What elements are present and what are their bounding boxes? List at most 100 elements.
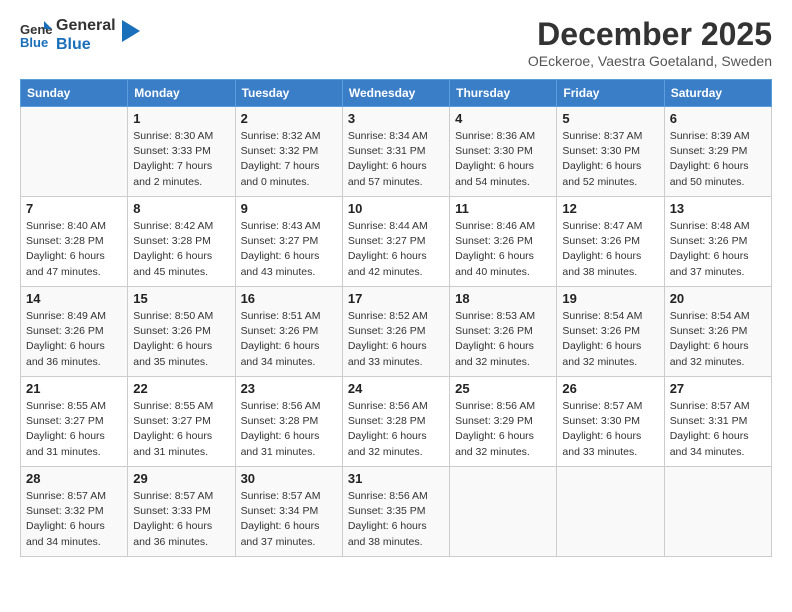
day-info: Sunrise: 8:57 AMSunset: 3:32 PMDaylight:… bbox=[26, 489, 122, 550]
day-info: Sunrise: 8:34 AMSunset: 3:31 PMDaylight:… bbox=[348, 129, 444, 190]
header-cell-saturday: Saturday bbox=[664, 80, 771, 107]
day-info: Sunrise: 8:50 AMSunset: 3:26 PMDaylight:… bbox=[133, 309, 229, 370]
day-number: 3 bbox=[348, 111, 444, 126]
day-cell: 28 Sunrise: 8:57 AMSunset: 3:32 PMDayligh… bbox=[21, 467, 128, 557]
day-number: 12 bbox=[562, 201, 658, 216]
day-number: 28 bbox=[26, 471, 122, 486]
day-number: 16 bbox=[241, 291, 337, 306]
day-number: 17 bbox=[348, 291, 444, 306]
day-cell bbox=[557, 467, 664, 557]
day-info: Sunrise: 8:39 AMSunset: 3:29 PMDaylight:… bbox=[670, 129, 766, 190]
day-cell: 23Sunrise: 8:56 AMSunset: 3:28 PMDayligh… bbox=[235, 377, 342, 467]
day-cell: 1Sunrise: 8:30 AMSunset: 3:33 PMDaylight… bbox=[128, 107, 235, 197]
day-cell: 24 Sunrise: 8:56 AMSunset: 3:28 PMDayligh… bbox=[342, 377, 449, 467]
header-cell-friday: Friday bbox=[557, 80, 664, 107]
day-info: Sunrise: 8:36 AMSunset: 3:30 PMDaylight:… bbox=[455, 129, 551, 190]
month-title: December 2025 bbox=[528, 16, 772, 53]
day-info: Sunrise: 8:57 AMSunset: 3:33 PMDaylight:… bbox=[133, 489, 229, 550]
page-header: General Blue General Blue December 2025 … bbox=[20, 16, 772, 69]
day-cell: 7 Sunrise: 8:40 AMSunset: 3:28 PMDaylight… bbox=[21, 197, 128, 287]
day-number: 19 bbox=[562, 291, 658, 306]
day-info: Sunrise: 8:44 AMSunset: 3:27 PMDaylight:… bbox=[348, 219, 444, 280]
location: OEckeroe, Vaestra Goetaland, Sweden bbox=[528, 53, 772, 69]
day-cell: 12 Sunrise: 8:47 AMSunset: 3:26 PMDayligh… bbox=[557, 197, 664, 287]
day-info: Sunrise: 8:53 AMSunset: 3:26 PMDaylight:… bbox=[455, 309, 551, 370]
day-number: 21 bbox=[26, 381, 122, 396]
day-number: 5 bbox=[562, 111, 658, 126]
day-cell: 17 Sunrise: 8:52 AMSunset: 3:26 PMDayligh… bbox=[342, 287, 449, 377]
day-number: 14 bbox=[26, 291, 122, 306]
day-info: Sunrise: 8:56 AMSunset: 3:28 PMDaylight:… bbox=[348, 399, 444, 460]
day-cell: 15 Sunrise: 8:50 AMSunset: 3:26 PMDayligh… bbox=[128, 287, 235, 377]
day-number: 30 bbox=[241, 471, 337, 486]
day-cell: 21 Sunrise: 8:55 AMSunset: 3:27 PMDayligh… bbox=[21, 377, 128, 467]
logo-icon: General Blue bbox=[20, 21, 52, 49]
day-info: Sunrise: 8:56 AMSunset: 3:29 PMDaylight:… bbox=[455, 399, 551, 460]
day-cell: 20 Sunrise: 8:54 AMSunset: 3:26 PMDayligh… bbox=[664, 287, 771, 377]
day-number: 25 bbox=[455, 381, 551, 396]
day-cell: 16 Sunrise: 8:51 AMSunset: 3:26 PMDayligh… bbox=[235, 287, 342, 377]
day-info: Sunrise: 8:32 AMSunset: 3:32 PMDaylight:… bbox=[241, 129, 337, 190]
day-info: Sunrise: 8:56 AMSunset: 3:35 PMDaylight:… bbox=[348, 489, 444, 550]
day-cell: 13Sunrise: 8:48 AMSunset: 3:26 PMDayligh… bbox=[664, 197, 771, 287]
day-number: 23 bbox=[241, 381, 337, 396]
day-number: 7 bbox=[26, 201, 122, 216]
day-number: 18 bbox=[455, 291, 551, 306]
week-row-3: 14 Sunrise: 8:49 AMSunset: 3:26 PMDayligh… bbox=[21, 287, 772, 377]
day-info: Sunrise: 8:54 AMSunset: 3:26 PMDaylight:… bbox=[670, 309, 766, 370]
header-cell-wednesday: Wednesday bbox=[342, 80, 449, 107]
day-info: Sunrise: 8:54 AMSunset: 3:26 PMDaylight:… bbox=[562, 309, 658, 370]
day-number: 6 bbox=[670, 111, 766, 126]
day-number: 8 bbox=[133, 201, 229, 216]
week-row-1: 1Sunrise: 8:30 AMSunset: 3:33 PMDaylight… bbox=[21, 107, 772, 197]
day-info: Sunrise: 8:57 AMSunset: 3:30 PMDaylight:… bbox=[562, 399, 658, 460]
day-info: Sunrise: 8:47 AMSunset: 3:26 PMDaylight:… bbox=[562, 219, 658, 280]
logo-arrow-icon bbox=[122, 20, 140, 42]
svg-text:Blue: Blue bbox=[20, 35, 48, 49]
day-cell bbox=[450, 467, 557, 557]
day-info: Sunrise: 8:42 AMSunset: 3:28 PMDaylight:… bbox=[133, 219, 229, 280]
calendar-body: 1Sunrise: 8:30 AMSunset: 3:33 PMDaylight… bbox=[21, 107, 772, 557]
day-info: Sunrise: 8:40 AMSunset: 3:28 PMDaylight:… bbox=[26, 219, 122, 280]
title-block: December 2025 OEckeroe, Vaestra Goetalan… bbox=[528, 16, 772, 69]
day-info: Sunrise: 8:51 AMSunset: 3:26 PMDaylight:… bbox=[241, 309, 337, 370]
day-cell: 5 Sunrise: 8:37 AMSunset: 3:30 PMDaylight… bbox=[557, 107, 664, 197]
day-info: Sunrise: 8:55 AMSunset: 3:27 PMDaylight:… bbox=[133, 399, 229, 460]
header-cell-tuesday: Tuesday bbox=[235, 80, 342, 107]
day-info: Sunrise: 8:57 AMSunset: 3:34 PMDaylight:… bbox=[241, 489, 337, 550]
day-number: 15 bbox=[133, 291, 229, 306]
logo-general-text: General bbox=[56, 16, 116, 35]
calendar-table: SundayMondayTuesdayWednesdayThursdayFrid… bbox=[20, 79, 772, 557]
day-cell: 4 Sunrise: 8:36 AMSunset: 3:30 PMDaylight… bbox=[450, 107, 557, 197]
day-info: Sunrise: 8:49 AMSunset: 3:26 PMDaylight:… bbox=[26, 309, 122, 370]
day-number: 13 bbox=[670, 201, 766, 216]
week-row-5: 28 Sunrise: 8:57 AMSunset: 3:32 PMDayligh… bbox=[21, 467, 772, 557]
day-info: Sunrise: 8:52 AMSunset: 3:26 PMDaylight:… bbox=[348, 309, 444, 370]
day-number: 10 bbox=[348, 201, 444, 216]
logo-blue-text: Blue bbox=[56, 35, 116, 54]
header-cell-sunday: Sunday bbox=[21, 80, 128, 107]
day-number: 26 bbox=[562, 381, 658, 396]
day-cell: 29 Sunrise: 8:57 AMSunset: 3:33 PMDayligh… bbox=[128, 467, 235, 557]
day-number: 24 bbox=[348, 381, 444, 396]
header-cell-monday: Monday bbox=[128, 80, 235, 107]
day-cell: 30 Sunrise: 8:57 AMSunset: 3:34 PMDayligh… bbox=[235, 467, 342, 557]
day-number: 2 bbox=[241, 111, 337, 126]
header-row: SundayMondayTuesdayWednesdayThursdayFrid… bbox=[21, 80, 772, 107]
day-number: 4 bbox=[455, 111, 551, 126]
header-cell-thursday: Thursday bbox=[450, 80, 557, 107]
day-number: 29 bbox=[133, 471, 229, 486]
day-info: Sunrise: 8:46 AMSunset: 3:26 PMDaylight:… bbox=[455, 219, 551, 280]
day-cell: 22Sunrise: 8:55 AMSunset: 3:27 PMDayligh… bbox=[128, 377, 235, 467]
day-cell: 18 Sunrise: 8:53 AMSunset: 3:26 PMDayligh… bbox=[450, 287, 557, 377]
day-cell: 10 Sunrise: 8:44 AMSunset: 3:27 PMDayligh… bbox=[342, 197, 449, 287]
day-number: 20 bbox=[670, 291, 766, 306]
day-cell: 3 Sunrise: 8:34 AMSunset: 3:31 PMDaylight… bbox=[342, 107, 449, 197]
day-cell: 14 Sunrise: 8:49 AMSunset: 3:26 PMDayligh… bbox=[21, 287, 128, 377]
day-info: Sunrise: 8:57 AMSunset: 3:31 PMDaylight:… bbox=[670, 399, 766, 460]
day-cell bbox=[664, 467, 771, 557]
day-info: Sunrise: 8:37 AMSunset: 3:30 PMDaylight:… bbox=[562, 129, 658, 190]
week-row-4: 21 Sunrise: 8:55 AMSunset: 3:27 PMDayligh… bbox=[21, 377, 772, 467]
day-info: Sunrise: 8:55 AMSunset: 3:27 PMDaylight:… bbox=[26, 399, 122, 460]
day-cell: 8 Sunrise: 8:42 AMSunset: 3:28 PMDaylight… bbox=[128, 197, 235, 287]
